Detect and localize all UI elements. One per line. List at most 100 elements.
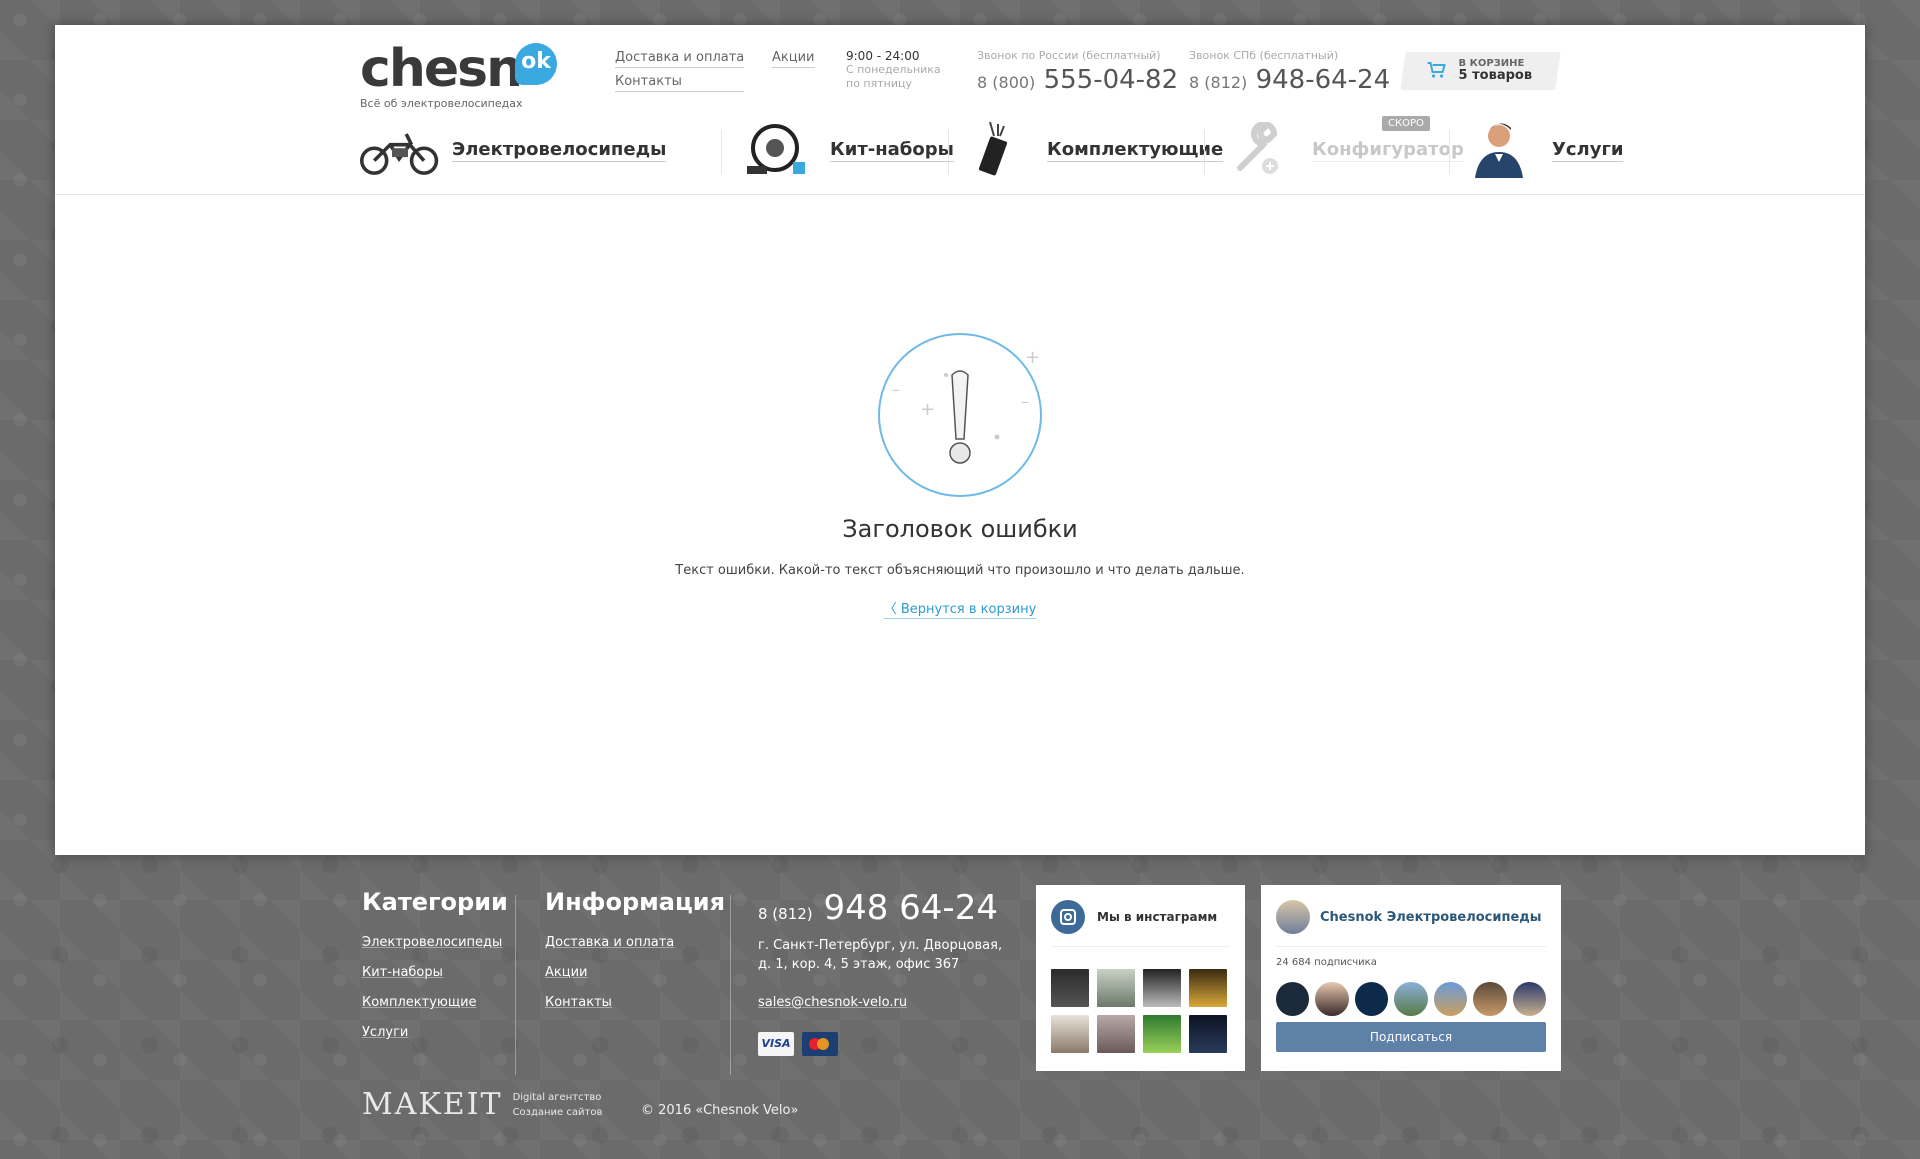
footer-divider bbox=[730, 895, 731, 1075]
vk-member-avatar[interactable] bbox=[1512, 982, 1546, 1016]
instagram-photo[interactable] bbox=[1097, 969, 1135, 1007]
vk-group-title: Chesnok Электровелосипеды bbox=[1320, 909, 1542, 925]
nav-divider bbox=[948, 130, 949, 174]
vk-widget: Chesnok Электровелосипеды 24 684 подписч… bbox=[1261, 885, 1561, 1071]
phone-spb-digits: 948-64-24 bbox=[1255, 65, 1391, 95]
nav-item-ebikes[interactable]: Электровелосипеды bbox=[360, 120, 667, 180]
footer-email[interactable]: sales@chesnok-velo.ru bbox=[758, 988, 1002, 1018]
makeit-caption-line-2: Создание сайтов bbox=[512, 1106, 603, 1118]
controller-icon bbox=[955, 121, 1035, 178]
footer-phone[interactable]: 8 (812) 948 64-24 bbox=[758, 888, 1002, 928]
svg-text:+: + bbox=[920, 399, 935, 420]
footer-info-title: Информация bbox=[545, 888, 725, 916]
promo-link[interactable]: Акции bbox=[772, 49, 815, 68]
instagram-photo[interactable] bbox=[1051, 1015, 1089, 1053]
makeit-logo[interactable]: MAKEIT Digital агентство Создание сайтов bbox=[362, 1087, 602, 1122]
vk-member-avatar[interactable] bbox=[1276, 982, 1310, 1016]
instagram-photo[interactable] bbox=[1143, 1015, 1181, 1053]
footer-link-parts[interactable]: Комплектующие bbox=[362, 988, 508, 1018]
footer-link-contacts[interactable]: Контакты bbox=[545, 988, 725, 1018]
footer-link-ebikes[interactable]: Электровелосипеды bbox=[362, 928, 508, 958]
svg-text:+: + bbox=[1025, 347, 1040, 368]
svg-text:–: – bbox=[892, 380, 900, 399]
footer-address-line-1: г. Санкт-Петербург, ул. Дворцовая, bbox=[758, 938, 1003, 953]
site-logo[interactable]: chesn ok Всё об электровелосипедах bbox=[360, 39, 557, 110]
phone-russia: Звонок по России (бесплатный) 8 (800) 55… bbox=[977, 49, 1178, 95]
vk-subscribe-button[interactable]: Подписаться bbox=[1276, 1022, 1546, 1052]
exclamation-icon: + + – – bbox=[870, 325, 1050, 505]
mastercard-icon bbox=[802, 1032, 838, 1056]
visa-icon: VISA bbox=[758, 1032, 794, 1056]
error-title: Заголовок ошибки bbox=[842, 515, 1078, 543]
phone-spb-number[interactable]: 8 (812) 948-64-24 bbox=[1189, 65, 1390, 95]
phone-russia-number[interactable]: 8 (800) 555-04-82 bbox=[977, 65, 1178, 95]
nav-item-kits[interactable]: Кит-наборы bbox=[738, 120, 954, 180]
instagram-photo[interactable] bbox=[1051, 969, 1089, 1007]
error-section: + + – – Заголовок ошибки Текст ошибки. К… bbox=[55, 325, 1865, 619]
footer-link-services[interactable]: Услуги bbox=[362, 1018, 508, 1048]
contacts-link[interactable]: Контакты bbox=[615, 73, 745, 92]
nav-label-services: Услуги bbox=[1552, 138, 1624, 162]
footer-phone-code: 8 (812) bbox=[758, 905, 813, 923]
nav-divider bbox=[1204, 130, 1205, 174]
ebike-icon bbox=[360, 122, 440, 178]
nav-item-parts[interactable]: Комплектующие bbox=[955, 120, 1224, 180]
nav-divider bbox=[1449, 130, 1450, 174]
instagram-header[interactable]: Мы в инстаграмм bbox=[1051, 900, 1230, 947]
vk-members bbox=[1276, 982, 1546, 1016]
top-links-group-2: Акции bbox=[772, 49, 815, 73]
instagram-widget: Мы в инстаграмм bbox=[1036, 885, 1245, 1071]
instagram-photo[interactable] bbox=[1189, 969, 1227, 1007]
man-avatar-icon bbox=[1460, 122, 1540, 178]
cart-button[interactable]: в корзине 5 товаров bbox=[1400, 52, 1561, 90]
vk-member-avatar[interactable] bbox=[1394, 982, 1428, 1016]
vk-member-avatar[interactable] bbox=[1433, 982, 1468, 1016]
logo-wordmark: chesn bbox=[360, 39, 523, 99]
vk-member-avatar[interactable] bbox=[1315, 982, 1349, 1016]
vk-header[interactable]: Chesnok Электровелосипеды bbox=[1276, 900, 1546, 947]
vk-member-avatar[interactable] bbox=[1354, 982, 1389, 1016]
footer-categories: Категории Электровелосипеды Кит-наборы К… bbox=[362, 888, 508, 1048]
working-hours: 9:00 - 24:00 С понедельника по пятницу bbox=[846, 49, 941, 91]
nav-label-kits: Кит-наборы bbox=[830, 138, 954, 162]
site-footer: Категории Электровелосипеды Кит-наборы К… bbox=[0, 855, 1920, 1159]
soon-badge: скоро bbox=[1382, 116, 1430, 131]
phone-russia-digits: 555-04-82 bbox=[1043, 65, 1179, 95]
cart-count: 5 товаров bbox=[1458, 68, 1533, 83]
footer-info: Информация Доставка и оплата Акции Конта… bbox=[545, 888, 725, 1018]
footer-link-delivery[interactable]: Доставка и оплата bbox=[545, 928, 725, 958]
copyright: © 2016 «Chesnok Velo» bbox=[641, 1103, 799, 1118]
vk-member-avatar[interactable] bbox=[1473, 982, 1507, 1016]
footer-contacts: 8 (812) 948 64-24 г. Санкт-Петербург, ул… bbox=[758, 888, 1002, 1056]
hours-time: 9:00 - 24:00 bbox=[846, 49, 920, 63]
main-nav: Электровелосипеды Кит-наборы Комплектующ… bbox=[360, 116, 1624, 180]
nav-divider bbox=[721, 130, 722, 174]
phone-spb-code: 8 (812) bbox=[1189, 73, 1248, 92]
footer-phone-digits: 948 64-24 bbox=[823, 888, 998, 928]
site-header: chesn ok Всё об электровелосипедах Доста… bbox=[55, 25, 1865, 195]
hours-days-1: С понедельника bbox=[846, 63, 941, 76]
chevron-left-icon: 〈 bbox=[883, 602, 897, 617]
nav-item-services[interactable]: Услуги bbox=[1460, 120, 1624, 180]
vk-subscribers: 24 684 подписчика bbox=[1276, 957, 1377, 968]
footer-address-line-2: д. 1, кор. 4, 5 этаж, офис 367 bbox=[758, 957, 960, 972]
main-card: chesn ok Всё об электровелосипедах Доста… bbox=[55, 25, 1865, 855]
makeit-caption-line-1: Digital агентство bbox=[512, 1091, 602, 1103]
nav-item-configurator: Конфигуратор скоро bbox=[1220, 116, 1464, 180]
footer-link-promo[interactable]: Акции bbox=[545, 958, 725, 988]
instagram-photo[interactable] bbox=[1097, 1015, 1135, 1053]
footer-link-kits[interactable]: Кит-наборы bbox=[362, 958, 508, 988]
instagram-title: Мы в инстаграмм bbox=[1097, 910, 1218, 924]
instagram-photo[interactable] bbox=[1189, 1015, 1227, 1053]
cart-icon bbox=[1427, 62, 1446, 79]
instagram-photo[interactable] bbox=[1143, 969, 1181, 1007]
footer-categories-title: Категории bbox=[362, 888, 508, 916]
delivery-link[interactable]: Доставка и оплата bbox=[615, 49, 745, 68]
instagram-icon bbox=[1051, 900, 1085, 934]
footer-divider bbox=[515, 895, 516, 1075]
wrench-icon bbox=[1220, 122, 1300, 178]
makeit-wordmark: MAKEIT bbox=[362, 1087, 503, 1122]
phone-spb-label: Звонок СПб (бесплатный) bbox=[1189, 49, 1339, 62]
nav-label-configurator: Конфигуратор bbox=[1312, 138, 1464, 162]
back-to-cart-link[interactable]: 〈 Вернутся в корзину bbox=[883, 602, 1037, 619]
